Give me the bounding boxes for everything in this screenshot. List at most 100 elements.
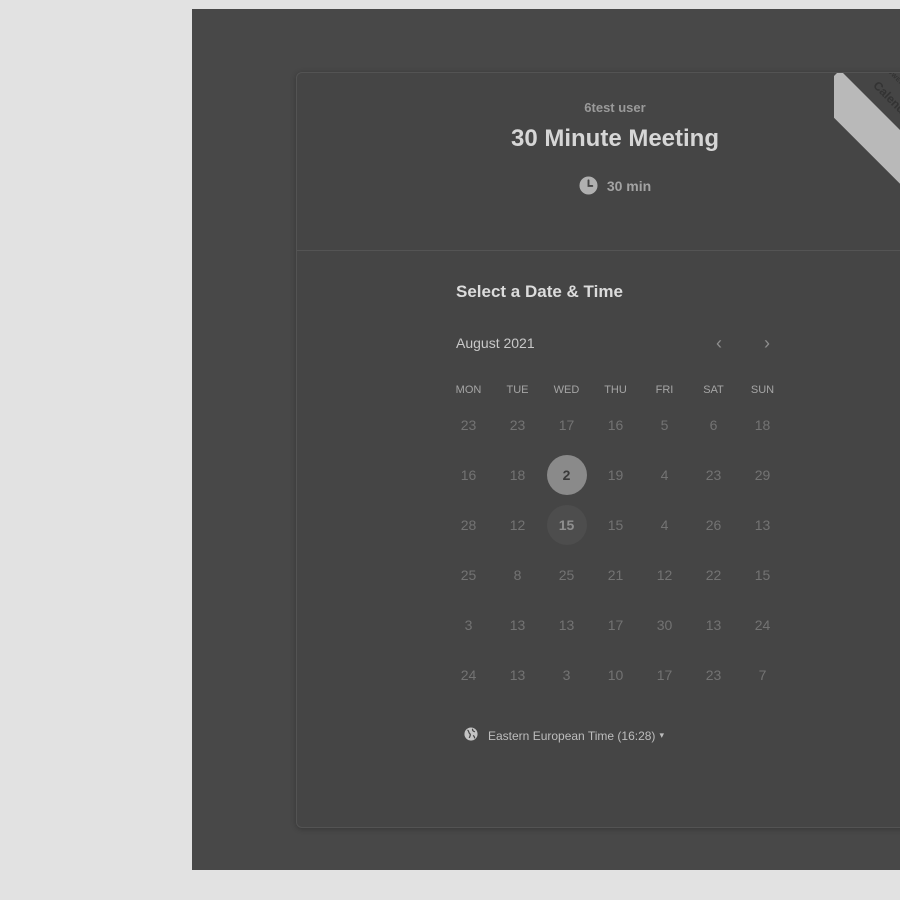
calendar-day[interactable]: 30 xyxy=(640,600,689,650)
weekday-label: SUN xyxy=(750,384,775,396)
day-number: 4 xyxy=(660,467,669,483)
day-number: 18 xyxy=(509,467,526,483)
duration-label: 30 min xyxy=(606,177,652,194)
day-number: 13 xyxy=(509,667,526,683)
calendar-day[interactable]: 17 xyxy=(591,600,640,650)
calendar-day[interactable]: 17 xyxy=(640,650,689,700)
section-title: Select a Date & Time xyxy=(456,282,623,301)
calendar-day[interactable]: 26 xyxy=(689,500,738,550)
weekday-label: TUE xyxy=(506,384,529,396)
calendar-day[interactable]: 24 xyxy=(444,650,493,700)
event-header: 6test user 30 Minute Meeting 30 min POWE… xyxy=(297,73,900,251)
weekday-label: WED xyxy=(553,384,580,396)
calendar-day[interactable]: 23 xyxy=(689,450,738,500)
day-number: 23 xyxy=(705,667,722,683)
calendar-day[interactable]: 13 xyxy=(493,650,542,700)
calendar-week-row: 25 8 25 21 12 22 15 xyxy=(444,550,787,600)
calendar-day[interactable]: 13 xyxy=(542,600,591,650)
day-number: 13 xyxy=(754,517,771,533)
day-number: 18 xyxy=(754,417,771,433)
calendar-day[interactable]: 24 xyxy=(738,600,787,650)
calendar-day[interactable]: 13 xyxy=(493,600,542,650)
calendar-day[interactable]: 3 xyxy=(542,650,591,700)
calendar-week-row: 23 23 17 16 5 6 18 xyxy=(444,400,787,450)
calendar-day[interactable]: 18 xyxy=(493,450,542,500)
day-number: 30 xyxy=(656,617,673,633)
calendar-week-row: 28 12 15 15 4 26 13 xyxy=(444,500,787,550)
day-number: 4 xyxy=(660,517,669,533)
day-number: 13 xyxy=(509,617,526,633)
globe-icon xyxy=(464,727,478,744)
calendar-week-row: 16 18 2 19 4 23 29 xyxy=(444,450,787,500)
calendar-day[interactable]: 3 xyxy=(444,600,493,650)
calendar-day[interactable]: 23 xyxy=(493,400,542,450)
calendar-day[interactable]: 5 xyxy=(640,400,689,450)
next-month-button[interactable]: › xyxy=(755,331,779,355)
day-number: 26 xyxy=(705,517,722,533)
calendar-week-row: 3 13 13 17 30 13 24 xyxy=(444,600,787,650)
timezone-selector[interactable]: Eastern European Time (16:28) ▾ xyxy=(464,727,664,744)
calendar-day[interactable]: 4 xyxy=(640,450,689,500)
scheduling-overlay: 6test user 30 Minute Meeting 30 min POWE… xyxy=(192,9,900,870)
calendar-day[interactable]: 16 xyxy=(444,450,493,500)
calendar-day[interactable]: 21 xyxy=(591,550,640,600)
weekday-label: MON xyxy=(455,384,482,396)
day-number: 19 xyxy=(607,467,624,483)
calendar-grid: 23 23 17 16 5 6 18 16 18 2 19 4 23 29 28 12 15 15 4 26 13 25 8… xyxy=(444,400,787,700)
day-number: 13 xyxy=(558,617,575,633)
calendar-day[interactable]: 10 xyxy=(591,650,640,700)
calendar-day[interactable]: 28 xyxy=(444,500,493,550)
calendar-day[interactable]: 15 xyxy=(738,550,787,600)
day-number: 3 xyxy=(464,617,473,633)
weekday-label: SAT xyxy=(703,384,724,396)
calendar-day[interactable]: 23 xyxy=(444,400,493,450)
weekday-label: FRI xyxy=(655,384,674,396)
day-number: 23 xyxy=(460,417,477,433)
calendar-day[interactable]: 8 xyxy=(493,550,542,600)
calendar-day[interactable]: 29 xyxy=(738,450,787,500)
calendar-day[interactable]: 4 xyxy=(640,500,689,550)
day-number: 23 xyxy=(509,417,526,433)
calendar-day[interactable]: 18 xyxy=(738,400,787,450)
day-number: 28 xyxy=(460,517,477,533)
calendar-day[interactable]: 22 xyxy=(689,550,738,600)
calendar-day[interactable]: 12 xyxy=(640,550,689,600)
weekday-header: MON TUE WED THU FRI SAT SUN xyxy=(444,384,787,398)
calendar-day[interactable]: 12 xyxy=(493,500,542,550)
previous-month-button[interactable]: ‹ xyxy=(707,331,731,355)
calendar-day-today[interactable]: 15 xyxy=(542,500,591,550)
event-duration: 30 min xyxy=(297,176,900,195)
powered-by-badge[interactable]: POWERED BY Calendly xyxy=(834,73,900,190)
timezone-label: Eastern European Time (16:28) xyxy=(488,728,656,743)
day-number: 17 xyxy=(607,617,624,633)
calendar-day[interactable]: 25 xyxy=(542,550,591,600)
day-number: 10 xyxy=(607,667,624,683)
caret-down-icon: ▾ xyxy=(659,730,664,740)
calendar-day[interactable]: 7 xyxy=(738,650,787,700)
calendar-day[interactable]: 25 xyxy=(444,550,493,600)
calendar-day[interactable]: 17 xyxy=(542,400,591,450)
day-number: 7 xyxy=(758,667,767,683)
organizer-name: 6test user xyxy=(584,100,646,115)
day-number: 2 xyxy=(562,467,571,483)
day-number: 16 xyxy=(460,467,477,483)
calendar-day[interactable]: 13 xyxy=(738,500,787,550)
day-number: 21 xyxy=(607,567,624,583)
calendar-day-selected[interactable]: 2 xyxy=(542,450,591,500)
day-number: 12 xyxy=(509,517,526,533)
day-number: 15 xyxy=(558,517,575,533)
day-number: 12 xyxy=(656,567,673,583)
calendar-day[interactable]: 19 xyxy=(591,450,640,500)
day-number: 6 xyxy=(709,417,718,433)
day-number: 17 xyxy=(656,667,673,683)
day-number: 29 xyxy=(754,467,771,483)
calendar-week-row: 24 13 3 10 17 23 7 xyxy=(444,650,787,700)
weekday-label: THU xyxy=(604,384,627,396)
calendar-day[interactable]: 15 xyxy=(591,500,640,550)
day-number: 17 xyxy=(558,417,575,433)
calendar-day[interactable]: 13 xyxy=(689,600,738,650)
clock-icon xyxy=(579,176,598,195)
calendar-day[interactable]: 6 xyxy=(689,400,738,450)
calendar-day[interactable]: 23 xyxy=(689,650,738,700)
calendar-day[interactable]: 16 xyxy=(591,400,640,450)
